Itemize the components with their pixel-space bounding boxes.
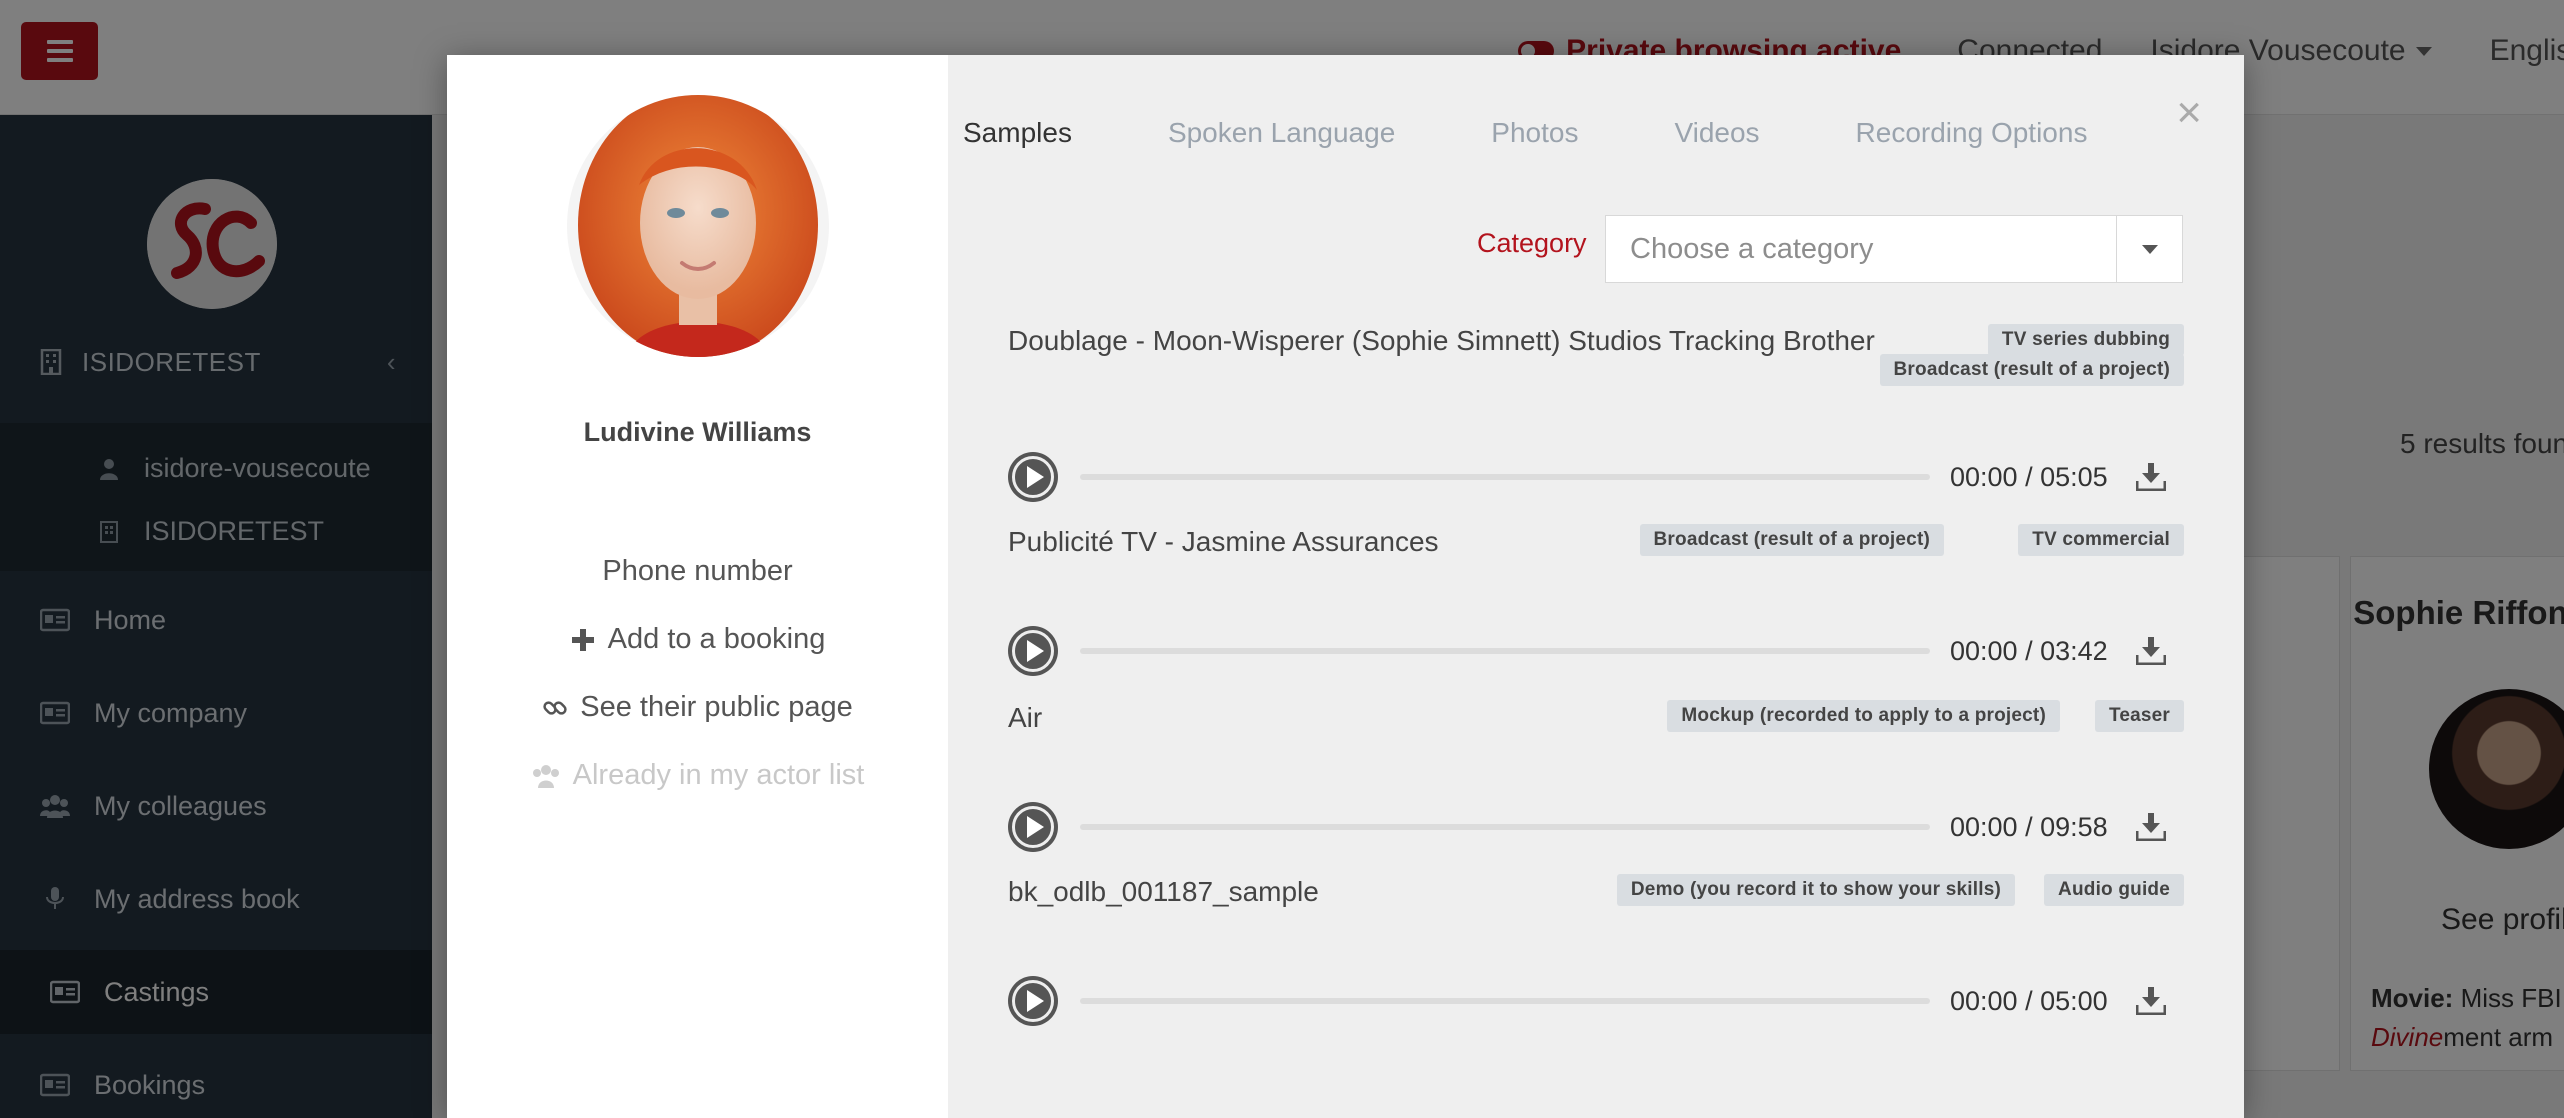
link-icon: [542, 695, 568, 721]
actor-modal: Ludivine Williams Phone number Add to a …: [447, 55, 2244, 1118]
sample-tag: Mockup (recorded to apply to a project): [1667, 700, 2060, 732]
sample-tag: TV commercial: [2018, 524, 2184, 556]
sample-tag: Teaser: [2094, 700, 2184, 732]
audio-player: 00:00 / 09:58: [1008, 800, 2188, 854]
tab-photos[interactable]: Photos: [1491, 117, 1578, 149]
plus-icon: [570, 627, 596, 653]
time-display: 00:00 / 09:58: [1950, 811, 2108, 842]
sample-tag: Broadcast (result of a project): [1879, 354, 2184, 386]
tab-recording-options[interactable]: Recording Options: [1856, 117, 2088, 149]
sample-tag: Broadcast (result of a project): [1639, 524, 1944, 556]
add-to-booking-label: Add to a booking: [607, 623, 826, 655]
audio-player: 00:00 / 03:42: [1008, 624, 2188, 678]
audio-player: 00:00 / 05:05: [1008, 450, 2188, 504]
category-select[interactable]: Choose a category: [1605, 215, 2183, 283]
play-icon[interactable]: [1008, 802, 1058, 852]
actor-avatar: [567, 95, 829, 357]
play-icon[interactable]: [1008, 976, 1058, 1026]
sample-title: Doublage - Moon-Wisperer (Sophie Simnett…: [1008, 325, 1875, 356]
tab-videos[interactable]: Videos: [1674, 117, 1759, 149]
play-icon[interactable]: [1008, 626, 1058, 676]
download-icon[interactable]: [2135, 463, 2167, 492]
actor-list-label: Already in my actor list: [572, 759, 865, 791]
actor-summary-panel: Ludivine Williams Phone number Add to a …: [447, 55, 948, 1118]
play-icon[interactable]: [1008, 452, 1058, 502]
download-icon[interactable]: [2135, 813, 2167, 842]
users-icon: [531, 763, 561, 789]
progress-track[interactable]: [1080, 998, 1930, 1004]
sample-title: bk_odlb_001187_sample: [1008, 876, 1319, 907]
sample-tag: Audio guide: [2044, 874, 2184, 906]
public-page-label: See their public page: [580, 691, 853, 723]
download-icon[interactable]: [2135, 987, 2167, 1016]
tab-spoken-language[interactable]: Spoken Language: [1168, 117, 1395, 149]
progress-track[interactable]: [1080, 474, 1930, 480]
add-to-booking-button[interactable]: Add to a booking: [447, 623, 948, 656]
time-display: 00:00 / 05:05: [1950, 461, 2108, 492]
caret-down-icon: [2141, 244, 2158, 254]
progress-track[interactable]: [1080, 648, 1930, 654]
download-icon[interactable]: [2135, 637, 2167, 666]
time-display: 00:00 / 03:42: [1950, 635, 2108, 666]
phone-number-label: Phone number: [602, 555, 793, 587]
tab-samples[interactable]: Samples: [963, 117, 1072, 149]
audio-player: 00:00 / 05:00: [1008, 974, 2188, 1028]
dropdown-toggle[interactable]: [2116, 216, 2182, 282]
sample-title: Publicité TV - Jasmine Assurances: [1008, 526, 1439, 557]
progress-track[interactable]: [1080, 824, 1930, 830]
sample-title: Air: [1008, 702, 1043, 733]
sample-tag: Demo (you record it to show your skills): [1616, 874, 2015, 906]
sample-tag: TV series dubbing: [1987, 324, 2184, 356]
time-display: 00:00 / 05:00: [1950, 985, 2108, 1016]
actor-list-status: Already in my actor list: [447, 759, 948, 792]
phone-number-button[interactable]: Phone number: [447, 555, 948, 588]
public-page-link[interactable]: See their public page: [447, 691, 948, 724]
actor-name: Ludivine Williams: [583, 417, 812, 447]
close-icon[interactable]: ×: [2176, 91, 2202, 135]
category-label: Category: [1477, 228, 1587, 258]
category-placeholder: Choose a category: [1630, 232, 1874, 265]
tab-bar: Samples Spoken Language Photos Videos Re…: [963, 117, 2087, 149]
